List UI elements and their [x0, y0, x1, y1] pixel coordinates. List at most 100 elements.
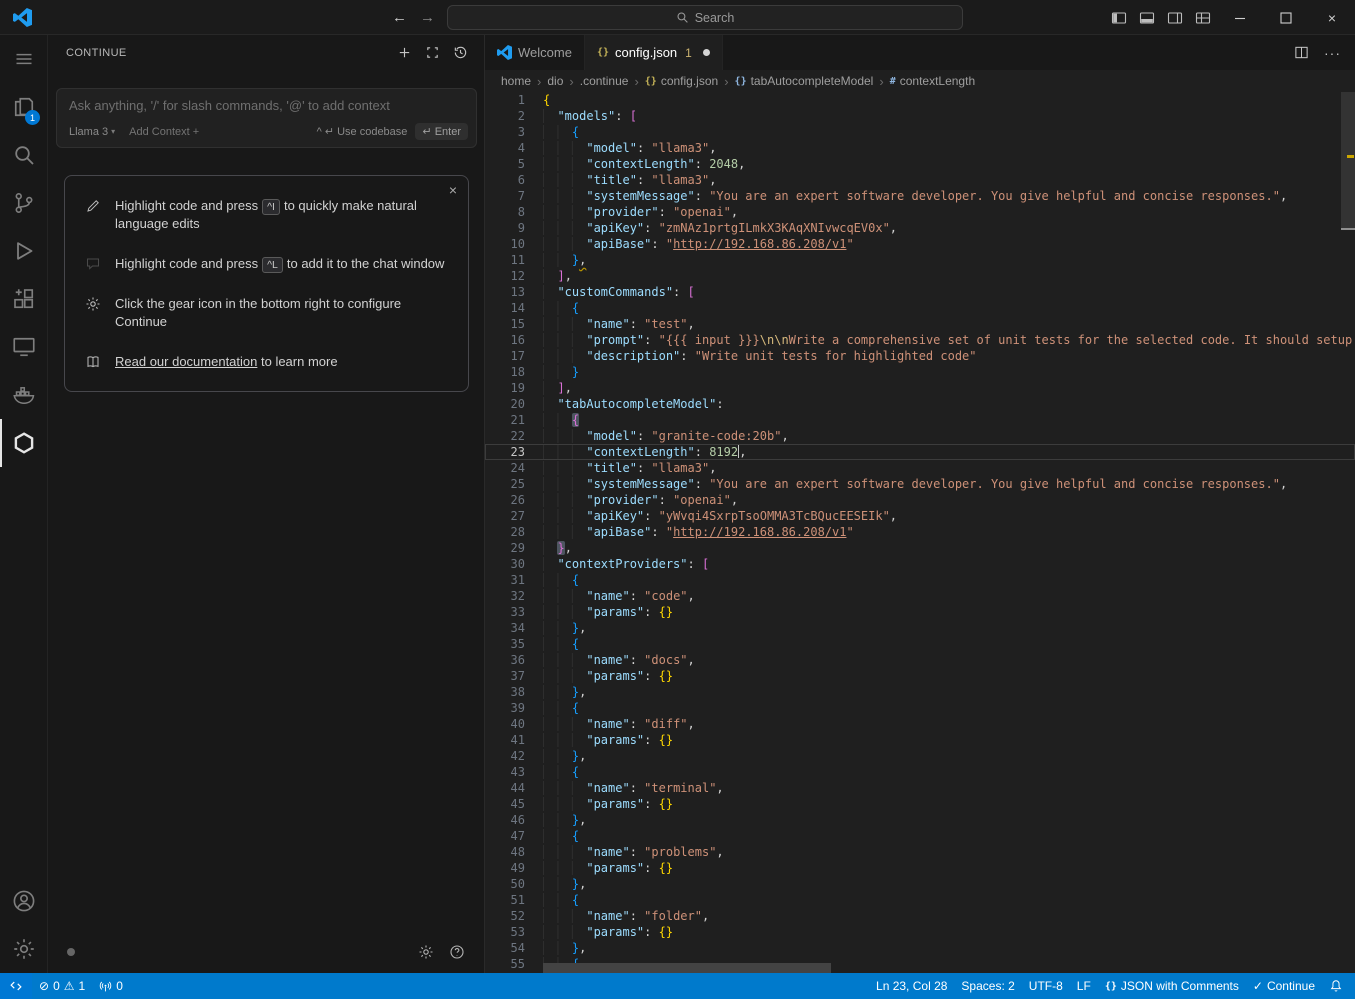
- code-line[interactable]: 41 "params": {}: [485, 732, 1355, 748]
- continue-status[interactable]: ✓ Continue: [1246, 973, 1322, 999]
- code-line[interactable]: 15 "name": "test",: [485, 316, 1355, 332]
- code-line[interactable]: 18 }: [485, 364, 1355, 380]
- account-icon[interactable]: [0, 877, 47, 925]
- code-line[interactable]: 33 "params": {}: [485, 604, 1355, 620]
- help-icon[interactable]: [449, 944, 465, 960]
- code-line[interactable]: 50 },: [485, 876, 1355, 892]
- breadcrumb-symbol-object[interactable]: {}tabAutocompleteModel: [735, 74, 874, 88]
- code-line[interactable]: 8 "provider": "openai",: [485, 204, 1355, 220]
- model-selector[interactable]: Llama 3▾: [69, 126, 115, 138]
- forward-arrow-icon[interactable]: →: [420, 9, 435, 26]
- code-line[interactable]: 43 {: [485, 764, 1355, 780]
- minimize-button[interactable]: [1217, 0, 1263, 35]
- fullscreen-icon[interactable]: [425, 45, 440, 60]
- settings-gear-icon[interactable]: [0, 925, 47, 973]
- code-line[interactable]: 28 "apiBase": "http://192.168.86.208/v1": [485, 524, 1355, 540]
- ports-indicator[interactable]: 0: [92, 973, 130, 999]
- split-editor-icon[interactable]: [1294, 45, 1309, 60]
- menu-button[interactable]: [0, 35, 47, 83]
- configure-gear-icon[interactable]: [418, 944, 434, 960]
- code-line[interactable]: 21 {: [485, 412, 1355, 428]
- code-line[interactable]: 39 {: [485, 700, 1355, 716]
- code-line[interactable]: 34 },: [485, 620, 1355, 636]
- indentation-indicator[interactable]: Spaces: 2: [954, 973, 1021, 999]
- code-line[interactable]: 37 "params": {}: [485, 668, 1355, 684]
- remote-indicator[interactable]: [0, 973, 32, 999]
- scrollbar-thumb[interactable]: [1341, 92, 1355, 230]
- source-control-icon[interactable]: [0, 179, 47, 227]
- code-line[interactable]: 19 ],: [485, 380, 1355, 396]
- code-line[interactable]: 54 },: [485, 940, 1355, 956]
- command-center-search[interactable]: Search: [447, 5, 963, 30]
- code-line[interactable]: 2 "models": [: [485, 108, 1355, 124]
- code-line[interactable]: 36 "name": "docs",: [485, 652, 1355, 668]
- code-line[interactable]: 20 "tabAutocompleteModel":: [485, 396, 1355, 412]
- code-line[interactable]: 7 "systemMessage": "You are an expert so…: [485, 188, 1355, 204]
- customize-layout-icon[interactable]: [1189, 0, 1217, 35]
- chat-input-box[interactable]: Ask anything, '/' for slash commands, '@…: [56, 88, 477, 148]
- code-line[interactable]: 27 "apiKey": "yWvqi4SxrpTsoOMMA3TcBQucEE…: [485, 508, 1355, 524]
- code-line[interactable]: 12 ],: [485, 268, 1355, 284]
- history-icon[interactable]: [453, 45, 468, 60]
- extensions-icon[interactable]: [0, 275, 47, 323]
- code-editor[interactable]: 1{2 "models": [3 {4 "model": "llama3",5 …: [485, 92, 1355, 973]
- close-icon[interactable]: ×: [449, 183, 457, 197]
- cursor-position[interactable]: Ln 23, Col 28: [869, 973, 954, 999]
- docker-icon[interactable]: [0, 371, 47, 419]
- vertical-scrollbar[interactable]: [1341, 92, 1355, 973]
- code-line[interactable]: 5 "contextLength": 2048,: [485, 156, 1355, 172]
- encoding-indicator[interactable]: UTF-8: [1022, 973, 1070, 999]
- code-line[interactable]: 26 "provider": "openai",: [485, 492, 1355, 508]
- code-line[interactable]: 4 "model": "llama3",: [485, 140, 1355, 156]
- notifications-bell[interactable]: [1322, 973, 1355, 999]
- code-line[interactable]: 11 },: [485, 252, 1355, 268]
- back-arrow-icon[interactable]: ←: [392, 9, 407, 26]
- code-line[interactable]: 45 "params": {}: [485, 796, 1355, 812]
- code-line[interactable]: 14 {: [485, 300, 1355, 316]
- code-line[interactable]: 23 "contextLength": 8192,: [485, 444, 1355, 460]
- documentation-link[interactable]: Read our documentation: [115, 354, 257, 369]
- horizontal-scrollbar[interactable]: [543, 963, 831, 973]
- code-line[interactable]: 53 "params": {}: [485, 924, 1355, 940]
- code-line[interactable]: 30 "contextProviders": [: [485, 556, 1355, 572]
- new-session-icon[interactable]: [397, 45, 412, 60]
- remote-explorer-icon[interactable]: [0, 323, 47, 371]
- code-line[interactable]: 16 "prompt": "{{{ input }}}\n\nWrite a c…: [485, 332, 1355, 348]
- eol-indicator[interactable]: LF: [1070, 973, 1098, 999]
- language-mode[interactable]: {} JSON with Comments: [1098, 973, 1246, 999]
- code-line[interactable]: 48 "name": "problems",: [485, 844, 1355, 860]
- modified-dot-icon[interactable]: [703, 49, 710, 56]
- code-line[interactable]: 32 "name": "code",: [485, 588, 1355, 604]
- continue-extension-icon[interactable]: [0, 419, 47, 467]
- code-line[interactable]: 42 },: [485, 748, 1355, 764]
- enter-button[interactable]: ↵ Enter: [415, 123, 468, 140]
- code-line[interactable]: 13 "customCommands": [: [485, 284, 1355, 300]
- code-line[interactable]: 47 {: [485, 828, 1355, 844]
- toggle-panel-icon[interactable]: [1133, 0, 1161, 35]
- code-line[interactable]: 44 "name": "terminal",: [485, 780, 1355, 796]
- breadcrumb-dio[interactable]: dio: [547, 74, 563, 88]
- code-line[interactable]: 24 "title": "llama3",: [485, 460, 1355, 476]
- tab-config-json[interactable]: {} config.json 1: [585, 35, 723, 70]
- run-debug-icon[interactable]: [0, 227, 47, 275]
- toggle-secondary-sidebar-icon[interactable]: [1161, 0, 1189, 35]
- tab-welcome[interactable]: Welcome: [485, 35, 585, 70]
- code-line[interactable]: 10 "apiBase": "http://192.168.86.208/v1": [485, 236, 1355, 252]
- code-line[interactable]: 22 "model": "granite-code:20b",: [485, 428, 1355, 444]
- problems-indicator[interactable]: ⊘0 ⚠1: [32, 973, 92, 999]
- breadcrumb-home[interactable]: home: [501, 74, 531, 88]
- code-line[interactable]: 3 {: [485, 124, 1355, 140]
- code-line[interactable]: 52 "name": "folder",: [485, 908, 1355, 924]
- code-line[interactable]: 6 "title": "llama3",: [485, 172, 1355, 188]
- maximize-button[interactable]: [1263, 0, 1309, 35]
- code-line[interactable]: 35 {: [485, 636, 1355, 652]
- breadcrumb-symbol-number[interactable]: #contextLength: [890, 74, 975, 88]
- more-actions-icon[interactable]: ···: [1324, 45, 1341, 61]
- search-sidebar-icon[interactable]: [0, 131, 47, 179]
- explorer-icon[interactable]: 1: [0, 83, 47, 131]
- code-line[interactable]: 17 "description": "Write unit tests for …: [485, 348, 1355, 364]
- code-line[interactable]: 9 "apiKey": "zmNAz1prtgILmkX3KAqXNIvwcqE…: [485, 220, 1355, 236]
- code-line[interactable]: 51 {: [485, 892, 1355, 908]
- toggle-sidebar-icon[interactable]: [1105, 0, 1133, 35]
- breadcrumb-continue-dir[interactable]: .continue: [580, 74, 629, 88]
